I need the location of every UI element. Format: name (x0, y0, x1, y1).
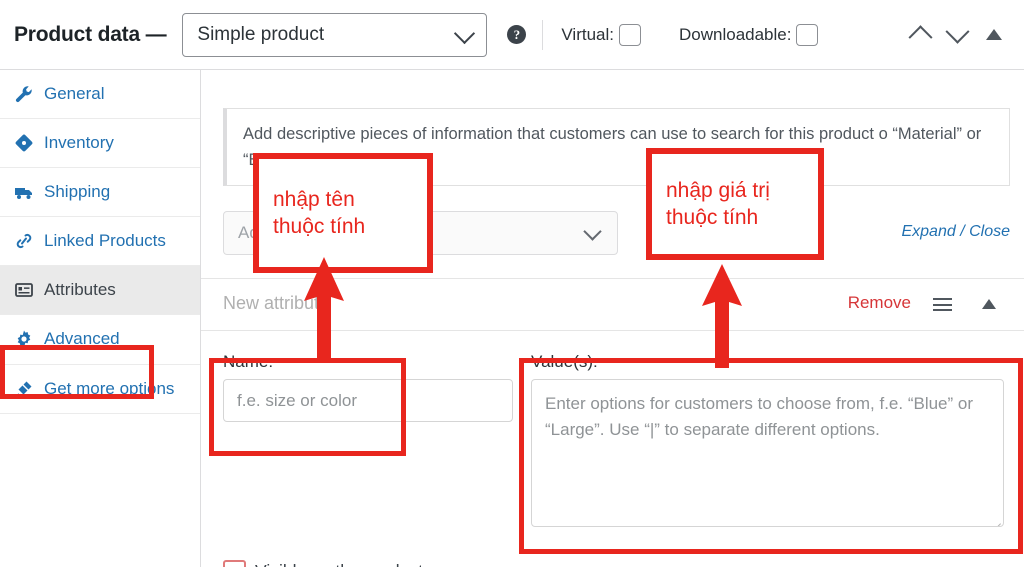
sidebar-item-label: General (44, 84, 105, 103)
expand-close-links[interactable]: Expand / Close (901, 223, 1010, 241)
chevron-down-icon[interactable] (945, 19, 970, 44)
sidebar-item-label: Attributes (44, 280, 116, 300)
attribute-values-textarea[interactable]: Enter options for customers to choose fr… (531, 379, 1004, 527)
product-type-value: Simple product (197, 23, 325, 45)
hamburger-drag-icon[interactable] (933, 298, 952, 311)
sidebar-item-label: Advanced (44, 329, 120, 349)
remove-attribute-button[interactable]: Remove (848, 293, 911, 313)
annotation-name-line2: thuộc tính (273, 215, 366, 238)
visible-on-product-page-row[interactable]: Visible on the product page (223, 560, 467, 567)
product-type-select[interactable]: Simple product (182, 12, 488, 57)
red-arrow-up-icon-name (304, 257, 344, 363)
sidebar-item-linked-products[interactable]: Linked Products (0, 217, 200, 267)
red-arrow-up-icon-values (702, 264, 742, 368)
attribute-name-input[interactable]: f.e. size or color (223, 379, 513, 422)
triangle-up-icon[interactable] (986, 29, 1002, 40)
virtual-checkbox[interactable] (619, 23, 641, 46)
values-label: Value(s): (531, 352, 598, 371)
triangle-up-icon[interactable] (982, 299, 996, 309)
truck-icon (14, 182, 34, 202)
sidebar-item-advanced[interactable]: Advanced (0, 315, 200, 365)
annotation-values-line2: thuộc tính (666, 206, 759, 229)
downloadable-checkbox-group[interactable]: Downloadable: (679, 23, 819, 46)
product-data-metabox: Product data — Simple product ? Virtual:… (0, 0, 1024, 567)
visible-checkbox[interactable] (223, 560, 246, 567)
chevron-down-icon (454, 22, 476, 44)
name-label: Name: (223, 352, 274, 371)
sidebar-item-inventory[interactable]: Inventory (0, 119, 200, 169)
annotation-values-line1: nhập giá trị (666, 178, 770, 202)
attribute-name-field-group: Name: f.e. size or color (223, 352, 513, 422)
virtual-checkbox-group[interactable]: Virtual: (561, 23, 641, 46)
downloadable-label: Downloadable: (679, 24, 792, 44)
tag-icon (14, 133, 34, 153)
resize-grip-icon[interactable] (990, 513, 1003, 526)
sidebar-item-label: Get more options (44, 378, 175, 398)
page-title: Product data — (14, 22, 167, 46)
attribute-values-placeholder: Enter options for customers to choose fr… (545, 394, 974, 439)
attribute-values-field-group: Value(s): Enter options for customers to… (531, 352, 1004, 527)
visible-label: Visible on the product page (255, 561, 467, 567)
annotation-callout-values: nhập giá trị thuộc tính (646, 148, 824, 260)
downloadable-checkbox[interactable] (796, 23, 819, 46)
virtual-label: Virtual: (561, 24, 614, 44)
list-icon (14, 280, 34, 300)
sidebar-item-label: Linked Products (44, 231, 166, 251)
chevron-up-icon[interactable] (908, 25, 933, 50)
product-data-tabs-sidebar: General Inventory Shipping Linked Produc… (0, 70, 201, 567)
gear-icon (14, 329, 34, 349)
help-icon[interactable]: ? (507, 25, 527, 44)
sidebar-item-shipping[interactable]: Shipping (0, 168, 200, 218)
header-divider (542, 19, 544, 50)
chevron-down-icon (583, 222, 602, 241)
sidebar-item-general[interactable]: General (0, 70, 200, 120)
product-data-header: Product data — Simple product ? Virtual:… (0, 0, 1024, 70)
sidebar-item-get-more-options[interactable]: Get more options (0, 365, 200, 414)
sidebar-item-label: Shipping (44, 182, 111, 202)
wrench-icon (14, 84, 34, 104)
sidebar-item-label: Inventory (44, 133, 114, 153)
annotation-name-line1: nhập tên (273, 187, 355, 211)
link-icon (14, 231, 34, 251)
sidebar-item-attributes[interactable]: Attributes (0, 266, 200, 316)
plug-icon (14, 379, 34, 399)
header-controls (908, 19, 1010, 50)
